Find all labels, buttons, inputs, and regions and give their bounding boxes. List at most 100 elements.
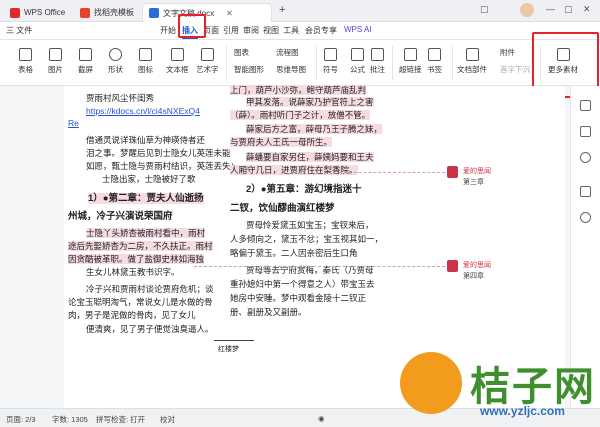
text-line: 泪之事。梦醒后见到士隐女儿英莲未能 [86,148,231,158]
spell-check[interactable]: 拼写检查: 打开 [96,414,145,425]
comment-avatar [447,166,458,178]
text-line: 便清爽，见了男子便觉浊臭逼人。 [86,324,214,334]
menu-home[interactable]: 开始 [160,25,176,36]
link-icon [403,48,417,61]
menu-wps-ai[interactable]: WPS AI [344,25,372,34]
text-line: 借通灵说详珠仙草为神瑛侍者还 [86,135,206,145]
formula-button[interactable]: 公式 [350,48,365,75]
comment-text: 第四章 [463,273,484,280]
doc-icon [149,8,159,18]
mindmap-button[interactable]: 思维导图 [276,64,306,75]
proofread[interactable]: 校对 [160,414,175,425]
shape-button[interactable]: 形状 [108,48,123,75]
bookmark-icon [428,48,441,61]
smart-art-button[interactable]: 智能图形 [234,64,264,75]
picture-icon [49,48,62,61]
insert-ribbon: 表格 图片 截屏 形状 图标 文本框 艺术字 图表 智能图形 流程图 思维导图 … [0,40,600,86]
new-tab-icon[interactable]: + [279,4,285,16]
text-line: 因贪酷被革职。做了盐御史林如海独 [68,254,205,264]
text-line: 士隐出家，士隐被好了歌 [102,174,196,184]
text-line: 略偏于黛玉。二人因亲密后生口角 [230,248,358,258]
chapter-heading: 州城，冷子兴演说荣国府 [68,211,173,222]
close-tab-icon[interactable]: ✕ [226,9,233,18]
footnote: 红楼梦 [218,346,239,353]
comment-button[interactable]: 批注 [370,48,385,75]
wps-logo-icon [10,7,20,18]
text-line: 冷子兴和贾雨村谈论贾府危机；谈 [86,284,214,294]
tab-label: 找稻壳模板 [94,8,134,17]
text-line: 册、副册及又副册。 [230,307,307,317]
menu-review[interactable]: 审阅 [243,25,259,36]
doc-parts-icon [465,48,479,61]
avatar[interactable] [520,3,534,17]
comment-connector [339,172,445,173]
attachment-button[interactable]: 附件 [500,47,515,58]
tab-templates[interactable]: 找稻壳模板 [74,3,140,22]
site-watermark: 桔子网 www.yzljc.com [400,352,600,427]
drop-cap-button[interactable]: 首字下沉 [500,64,530,75]
text-line: 贾母怜爱黛玉如宝玉；宝钗来后， [246,220,374,230]
wordart-button[interactable]: 艺术字 [196,48,219,75]
tab-wps-office[interactable]: WPS Office [4,3,71,22]
picture-button[interactable]: 图片 [48,48,63,75]
screenshot-button[interactable]: 截屏 [78,48,93,75]
text-line: 她房中安睡。梦中观看金陵十二钗正 [230,293,367,303]
tab-label: WPS Office [24,8,66,17]
edit-icon[interactable] [580,126,591,137]
flowchart-button[interactable]: 流程图 [276,47,299,58]
comment-avatar [447,260,458,272]
text-line: 肉，男子是泥做的骨肉，见了女儿 [68,310,196,320]
text-line: 人厢守几日，进贾府住在梨香院。 [230,165,358,175]
chapter-heading: 2）●第五章：游幻境指迷十 [246,184,362,195]
text-line: 重孙媳妇中第一个得意之人）带宝玉去 [230,279,375,289]
menu-view[interactable]: 视图 [263,25,279,36]
text-line: 与贾府夫人王氏一母所生。 [230,137,333,147]
divider [392,46,393,80]
comment-connector [194,266,445,267]
page-indicator[interactable]: 页面: 2/3 [6,414,36,425]
menu-references[interactable]: 引用 [223,25,239,36]
textbox-button[interactable]: 文本框 [166,48,189,75]
doc-parts-button[interactable]: 文档部件 [457,48,487,75]
file-menu[interactable]: 三 文件 [6,25,32,36]
wordart-icon [200,48,214,61]
chart-button[interactable]: 图表 [234,47,249,58]
document-link[interactable]: Re [68,118,79,128]
eye-icon[interactable]: ◉ [318,414,325,423]
title-bar: WPS Office 找稻壳模板 文字文稿.docx ✕ + ▢ — ▢ ✕ [0,0,600,22]
screenshot-icon [79,48,92,61]
sliders-icon[interactable] [580,186,591,197]
mascot-icon[interactable] [580,152,591,163]
help-icon[interactable] [580,212,591,223]
text-line: 生女儿林黛玉教书识字。 [86,267,180,277]
chapter-heading: 1）●第二章：贾夫人仙逝扬 [88,193,204,204]
comment-text: 第三章 [463,179,484,186]
pi-icon [351,48,364,61]
menu-tools[interactable]: 工具 [283,25,299,36]
text-line: 人多倾向之，黛玉不忿；宝玉视其如一， [230,234,384,244]
divider [226,46,227,80]
comment-author: 爱的思闻 [463,168,491,175]
omega-icon [324,48,337,61]
maximize-icon[interactable]: ▢ [564,4,573,15]
table-button[interactable]: 表格 [18,48,33,75]
hyperlink-button[interactable]: 超链接 [399,48,422,75]
layout-icon[interactable]: ▢ [480,4,489,15]
minimize-icon[interactable]: — [546,4,555,14]
symbol-button[interactable]: 符号 [323,48,338,75]
text-line: 途后先娶娇杏为二房，不久扶正。雨村 [68,241,213,251]
tab-document[interactable]: 文字文稿.docx ✕ [142,3,272,22]
divider [316,46,317,80]
text-line: 薛蟠要自家另住，薛姨妈要和王夫 [246,152,374,162]
bookmark-button[interactable]: 书签 [427,48,442,75]
comment-author: 爱的思闻 [463,262,491,269]
icon-button[interactable]: 图标 [138,48,153,75]
shape-icon [109,48,122,61]
pen-icon[interactable] [580,100,591,111]
text-line: 上门，葫芦小沙弥，鲍守葫芦庙乱判 [230,85,367,95]
document-link[interactable]: https://kdocs.cn/l/ci4sNXExQ4 [86,106,200,116]
word-count[interactable]: 字数: 1305 [52,414,88,425]
menu-member[interactable]: 会员专享 [305,25,337,36]
close-window-icon[interactable]: ✕ [583,4,591,15]
text-line: 贾雨村风尘怀闺秀 [86,93,155,103]
